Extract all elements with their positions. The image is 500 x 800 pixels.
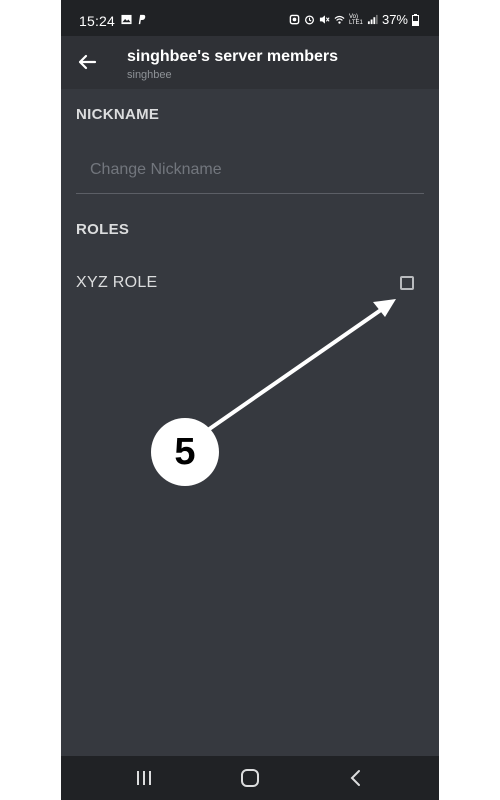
network-label: Vo) LTE1: [348, 13, 363, 26]
system-nav-bar: [61, 756, 439, 800]
role-checkbox[interactable]: [400, 276, 414, 290]
page-subtitle: singhbee: [127, 69, 172, 81]
nickname-input[interactable]: [76, 146, 424, 194]
nickname-section-label: NICKNAME: [76, 106, 160, 123]
signal-icon: [367, 14, 378, 25]
status-notification-icons: [121, 14, 147, 25]
roles-section-label: ROLES: [76, 221, 130, 238]
home-icon[interactable]: [238, 766, 262, 790]
alarm-icon: [304, 15, 314, 25]
gallery-icon: [121, 14, 132, 25]
recents-icon[interactable]: [132, 766, 156, 790]
status-right-icons: Vo) LTE1 37%: [289, 12, 419, 27]
paypal-icon: [138, 14, 146, 25]
chevron-left-icon[interactable]: [344, 766, 368, 790]
app-header: singhbee's server members singhbee: [61, 36, 439, 89]
status-time: 15:24: [79, 13, 116, 29]
role-name: XYZ ROLE: [76, 274, 158, 291]
back-arrow-icon[interactable]: [75, 50, 99, 74]
mute-icon: [319, 15, 330, 24]
phone-screen: 15:24 Vo) LTE1 37% singhbee's server mem…: [61, 0, 439, 800]
status-bar: 15:24 Vo) LTE1 37%: [61, 0, 439, 36]
role-row-xyz[interactable]: XYZ ROLE: [61, 262, 439, 306]
step-number-badge: 5: [151, 418, 219, 486]
wifi-icon: [334, 15, 345, 24]
android-auto-icon: [289, 14, 300, 25]
battery-icon: [412, 13, 419, 26]
battery-percent: 37%: [381, 12, 408, 27]
page-title: singhbee's server members: [127, 48, 339, 65]
